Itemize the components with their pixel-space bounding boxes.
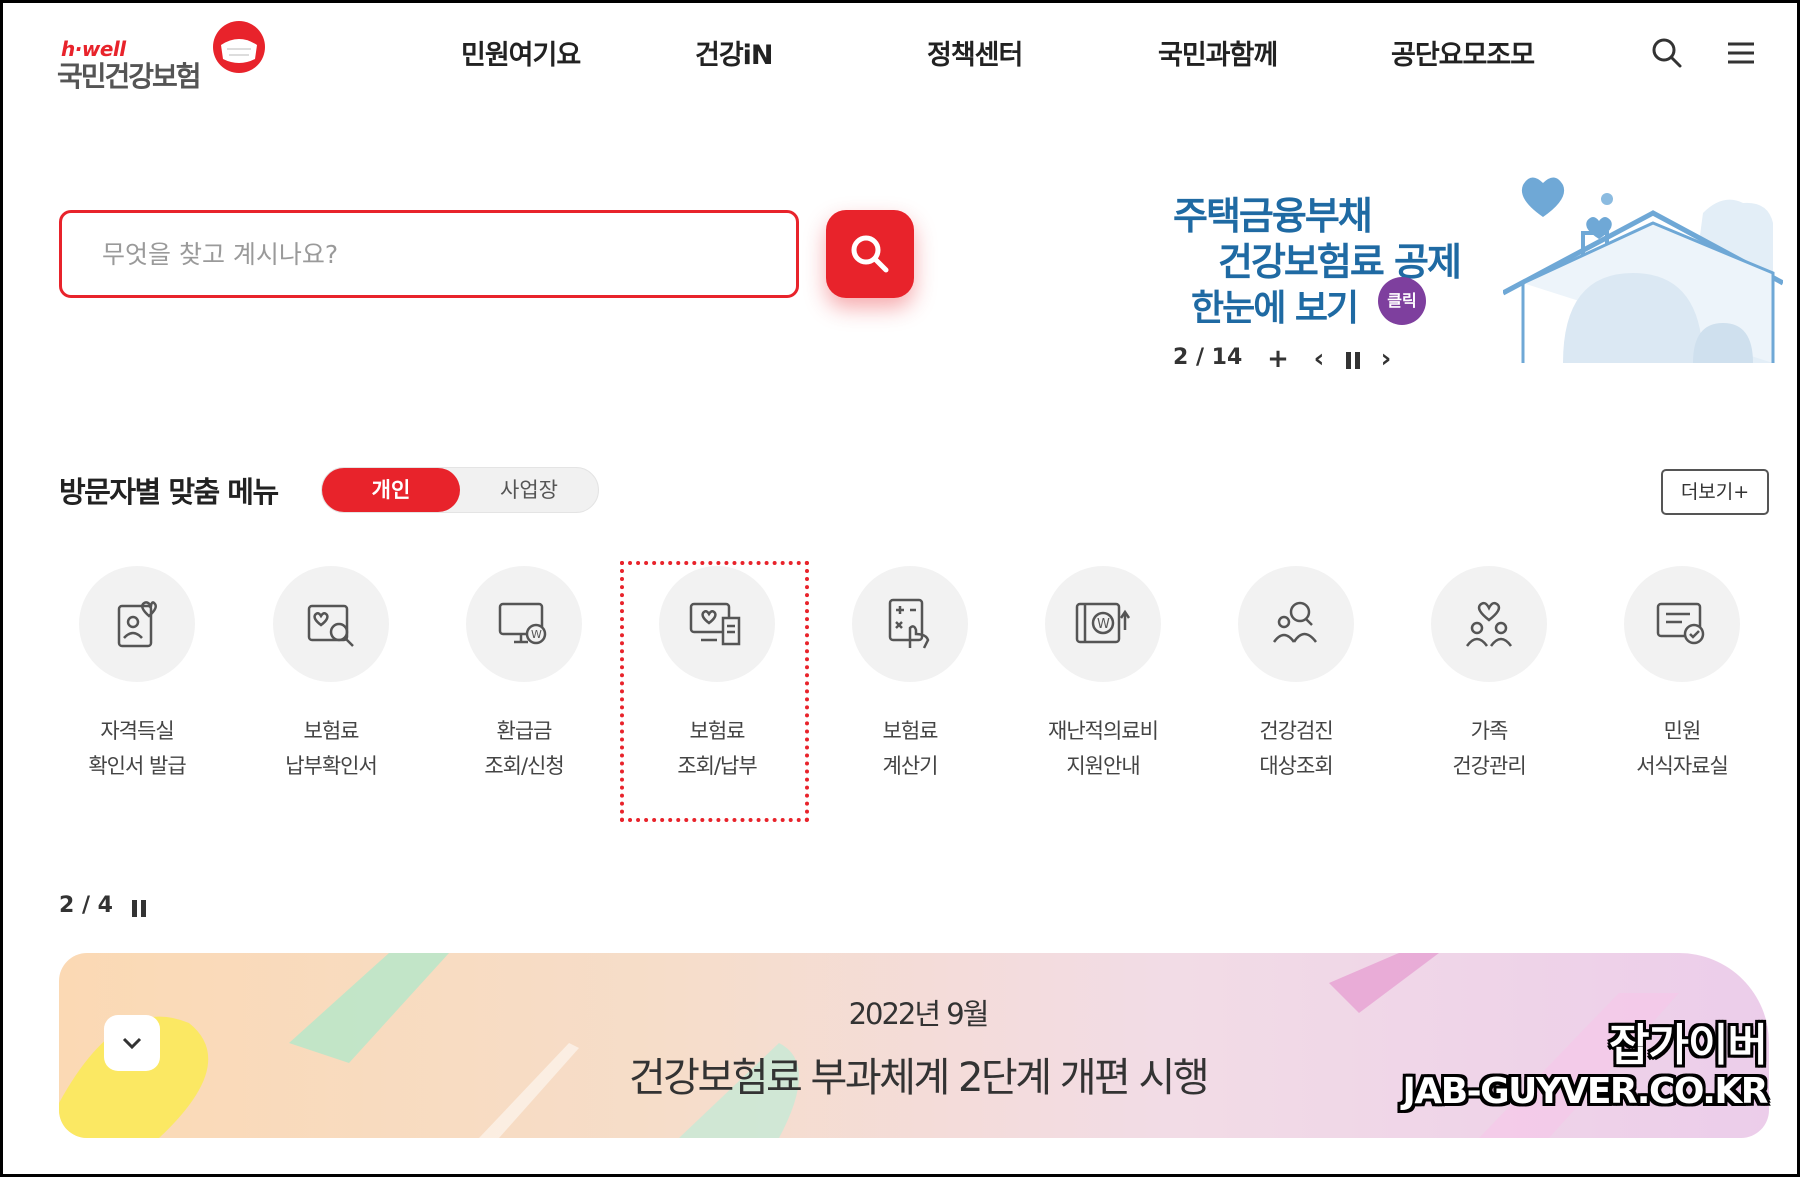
document-check-icon <box>1656 602 1705 645</box>
visitor-type-toggle: 개인 사업장 <box>321 467 599 513</box>
banner-add-button[interactable]: + <box>1265 345 1291 375</box>
wallet-won-icon: W <box>1075 602 1131 644</box>
notice-pager: 2 / 4 <box>59 893 113 918</box>
quick-menu-label: 환급금 조회/신청 <box>484 719 564 778</box>
quick-icon-circle <box>273 566 389 682</box>
quick-menu-label: 민원 서식자료실 <box>1636 719 1729 778</box>
watermark-url: JAB-GUYVER.CO.KR <box>1402 1071 1768 1112</box>
banner-next-button[interactable]: › <box>1373 345 1399 375</box>
quick-icon-circle <box>1431 566 1547 682</box>
toggle-business[interactable]: 사업장 <box>460 468 598 512</box>
quick-icon-circle: W <box>466 566 582 682</box>
global-nav: 민원여기요 건강iN 정책센터 국민과함께 공단요모조모 <box>3 33 1797 73</box>
search-input[interactable] <box>62 213 796 295</box>
quick-menu-label: 자격득실 확인서 발급 <box>88 719 186 778</box>
page-frame: h·well 국민건강보험 민원여기요 건강iN 정책센터 국민과함께 공단요모… <box>3 3 1797 1174</box>
nav-item-policy[interactable]: 정책센터 <box>927 33 1023 72</box>
quick-icon-circle: W <box>1045 566 1161 682</box>
quick-icon-circle <box>1238 566 1354 682</box>
certificate-person-icon <box>117 601 157 648</box>
people-search-icon <box>1272 601 1317 643</box>
quick-icon-circle <box>79 566 195 682</box>
custom-menu-title: 방문자별 맞춤 메뉴 <box>59 475 279 509</box>
banner-line-3: 한눈에 보기 <box>1191 288 1359 329</box>
hamburger-menu-icon[interactable] <box>1723 35 1759 71</box>
nav-item-health-in[interactable]: 건강iN <box>695 33 774 72</box>
highlight-box <box>620 561 809 822</box>
nav-item-with-public[interactable]: 국민과함께 <box>1158 33 1278 72</box>
quick-menu-label: 보험료 계산기 <box>882 719 939 778</box>
banner-prev-button[interactable]: ‹ <box>1306 345 1332 375</box>
pause-icon[interactable] <box>129 893 149 923</box>
more-button[interactable]: 더보기+ <box>1661 469 1769 515</box>
quick-icon-circle <box>1624 566 1740 682</box>
family-heart-icon <box>1465 601 1513 647</box>
calculator-hand-icon <box>888 598 930 649</box>
quick-menu-label: 보험료 납부확인서 <box>285 719 378 778</box>
quick-menu-label: 가족 건강관리 <box>1452 719 1526 778</box>
search-box <box>59 210 799 298</box>
nav-item-about[interactable]: 공단요모조모 <box>1391 33 1535 72</box>
banner-line-2: 건강보험료 공제 <box>1218 240 1462 284</box>
quick-menu-label: 건강검진 대상조회 <box>1259 719 1333 778</box>
payment-search-icon <box>307 604 354 647</box>
svg-text:W: W <box>531 628 542 641</box>
house-illustration <box>1503 177 1783 363</box>
svg-text:W: W <box>1097 617 1110 632</box>
monitor-won-icon: W <box>498 602 547 645</box>
search-icon[interactable] <box>1649 35 1685 71</box>
search-button[interactable] <box>826 210 914 298</box>
pause-icon[interactable] <box>1343 345 1363 375</box>
click-badge: 클릭 <box>1378 277 1426 325</box>
quick-icon-circle <box>852 566 968 682</box>
notice-date: 2022년 9월 <box>848 997 990 1031</box>
banner-pager: 2 / 14 <box>1173 345 1243 370</box>
quick-menu-label: 재난적의료비 지원안내 <box>1048 719 1159 778</box>
nav-item-civil[interactable]: 민원여기요 <box>461 33 581 72</box>
promo-banner[interactable]: 주택금융부채 건강보험료 공제 한눈에 보기 클릭 <box>1163 173 1783 393</box>
magnifier-icon <box>851 235 889 273</box>
toggle-individual[interactable]: 개인 <box>322 468 460 512</box>
watermark-korean: 잡가이버 <box>1609 1020 1768 1071</box>
